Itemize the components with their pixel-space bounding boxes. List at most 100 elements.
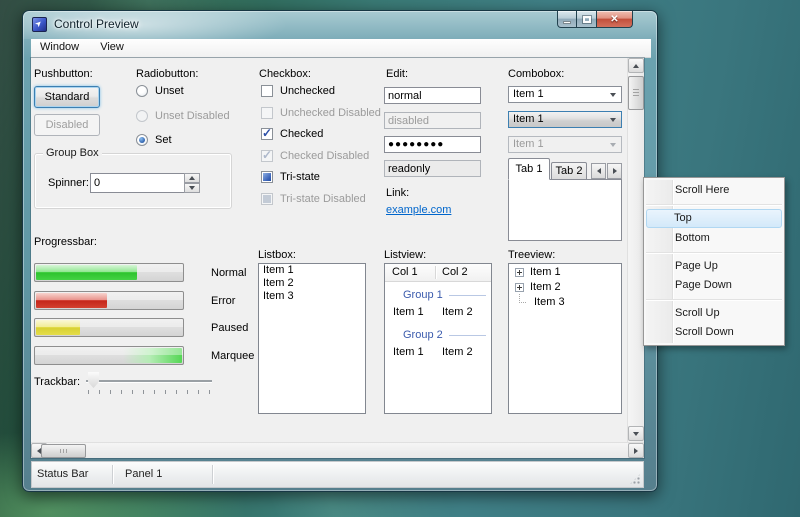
listbox-item[interactable]: Item 3 — [259, 290, 365, 303]
progressbar-normal — [34, 263, 184, 282]
trackbar-thumb[interactable] — [88, 372, 99, 388]
radiobutton-label: Radiobutton: — [136, 68, 198, 80]
scroll-right-button[interactable] — [628, 443, 644, 458]
spinner-input[interactable] — [90, 173, 184, 193]
trackbar-ticks — [88, 390, 212, 394]
checkbox-checked-disabled-icon: ✓ — [261, 150, 273, 162]
listbox-item[interactable]: Item 2 — [259, 277, 365, 290]
radio-unset[interactable]: Unset — [136, 85, 184, 97]
status-bar: Status Bar Panel 1 — [31, 461, 644, 488]
expand-plus-icon[interactable] — [515, 283, 524, 292]
listview-row[interactable]: Item 1 Item 2 — [385, 303, 491, 322]
horizontal-scrollbar[interactable] — [31, 442, 644, 458]
column-divider[interactable] — [435, 266, 436, 279]
link-label: Link: — [386, 187, 409, 199]
listview-header: Col 1 Col 2 — [385, 264, 491, 282]
menu-item-page-up[interactable]: Page Up — [647, 257, 781, 276]
group-2-name: Group 2 — [403, 329, 443, 341]
radio-set[interactable]: Set — [136, 134, 172, 146]
edit-readonly — [384, 160, 481, 177]
tree-item[interactable]: Item 2 — [509, 279, 621, 294]
trackbar-track[interactable] — [86, 380, 212, 382]
vertical-scrollbar[interactable] — [627, 58, 644, 442]
checkbox-checked-disabled: ✓ Checked Disabled — [261, 150, 369, 162]
menu-item-bottom[interactable]: Bottom — [647, 229, 781, 248]
pushbutton-label: Pushbutton: — [34, 68, 93, 80]
treeview[interactable]: Item 1 Item 2 Item 3 — [508, 263, 622, 414]
window-controls: ✕ — [557, 11, 633, 28]
menu-item-scroll-here[interactable]: Scroll Here — [647, 181, 781, 200]
tree-item-label: Item 2 — [530, 281, 561, 293]
tab-1[interactable]: Tab 1 — [508, 158, 550, 180]
group-box-legend: Group Box — [43, 147, 102, 159]
tab-scroll-left-button[interactable] — [591, 163, 606, 179]
tree-item[interactable]: Item 3 — [509, 294, 621, 309]
listview[interactable]: Col 1 Col 2 Group 1 Item 1 Item 2 Group … — [384, 263, 492, 414]
tab-content — [508, 179, 622, 241]
checkbox-tristate-disabled-label: Tri-state Disabled — [280, 193, 366, 205]
listview-row[interactable]: Item 1 Item 2 — [385, 343, 491, 362]
edit-label: Edit: — [386, 68, 408, 80]
menu-item-page-down[interactable]: Page Down — [647, 276, 781, 295]
checkbox-unchecked-icon — [261, 85, 273, 97]
standard-button[interactable]: Standard — [34, 86, 100, 108]
tree-item[interactable]: Item 1 — [509, 264, 621, 279]
app-icon: ➤ — [32, 17, 47, 32]
tristate-disabled-fill-icon — [263, 195, 271, 203]
radio-unset-disabled-label: Unset Disabled — [155, 110, 230, 122]
menu-item-scroll-down[interactable]: Scroll Down — [647, 323, 781, 342]
tristate-fill-icon — [263, 173, 271, 181]
spinner-up-button[interactable] — [184, 173, 200, 183]
spinner-label: Spinner: — [48, 177, 89, 189]
checkbox-checked-label: Checked — [280, 128, 323, 140]
disabled-button: Disabled — [34, 114, 100, 136]
combobox-disabled-value: Item 1 — [513, 138, 544, 150]
titlebar[interactable]: ➤ Control Preview ✕ — [23, 11, 657, 39]
resize-grip[interactable] — [629, 473, 641, 485]
checkbox-checked[interactable]: ✓ Checked — [261, 128, 323, 140]
checkbox-tristate[interactable]: Tri-state — [261, 171, 320, 183]
disabled-button-label: Disabled — [46, 119, 89, 131]
listview-col1-header[interactable]: Col 1 — [392, 266, 418, 278]
combobox-normal[interactable]: Item 1 — [508, 86, 622, 103]
arrow-right-icon — [634, 448, 638, 454]
spinner-up-icon — [189, 176, 195, 180]
listbox-item[interactable]: Item 1 — [259, 264, 365, 277]
horizontal-scrollbar-thumb[interactable] — [41, 444, 86, 458]
listview-col2-header[interactable]: Col 2 — [442, 266, 468, 278]
tab-scroll-right-button[interactable] — [607, 163, 622, 179]
close-button[interactable]: ✕ — [597, 11, 633, 28]
edit-password[interactable] — [384, 136, 481, 153]
vertical-scrollbar-thumb[interactable] — [628, 76, 644, 110]
combobox-hot[interactable]: Item 1 — [508, 111, 622, 128]
checkbox-unchecked[interactable]: Unchecked — [261, 85, 335, 97]
menu-item-label: Page Up — [675, 260, 718, 272]
scroll-down-button[interactable] — [628, 426, 644, 441]
listbox[interactable]: Item 1 Item 2 Item 3 — [258, 263, 366, 414]
standard-button-label: Standard — [45, 91, 90, 103]
menu-window[interactable]: Window — [31, 39, 88, 58]
minimize-icon — [563, 21, 571, 24]
minimize-button[interactable] — [557, 11, 577, 28]
menu-view[interactable]: View — [91, 39, 133, 58]
tree-item-label: Item 1 — [530, 266, 561, 278]
arrow-left-icon — [597, 168, 601, 174]
example-link[interactable]: example.com — [386, 204, 451, 216]
edit-normal[interactable] — [384, 87, 481, 104]
listview-label: Listview: — [384, 249, 426, 261]
scroll-up-button[interactable] — [628, 58, 644, 73]
close-icon: ✕ — [610, 12, 618, 27]
progressbar-normal-label: Normal — [211, 267, 246, 279]
menu-item-top[interactable]: Top — [646, 209, 782, 228]
spinner-down-button[interactable] — [184, 183, 200, 193]
scrollbar-context-menu: Scroll Here Top Bottom Page Up Page Down… — [643, 177, 785, 346]
listview-cell: Item 1 — [393, 346, 424, 358]
tab-2[interactable]: Tab 2 — [551, 162, 587, 180]
control-preview-window: ➤ Control Preview ✕ Window View Pushbutt… — [22, 10, 658, 492]
checkbox-checked-icon: ✓ — [261, 128, 273, 140]
menu-item-scroll-up[interactable]: Scroll Up — [647, 304, 781, 323]
maximize-button[interactable] — [577, 11, 597, 28]
radio-unset-label: Unset — [155, 85, 184, 97]
listview-cell: Item 2 — [442, 306, 473, 318]
expand-plus-icon[interactable] — [515, 268, 524, 277]
